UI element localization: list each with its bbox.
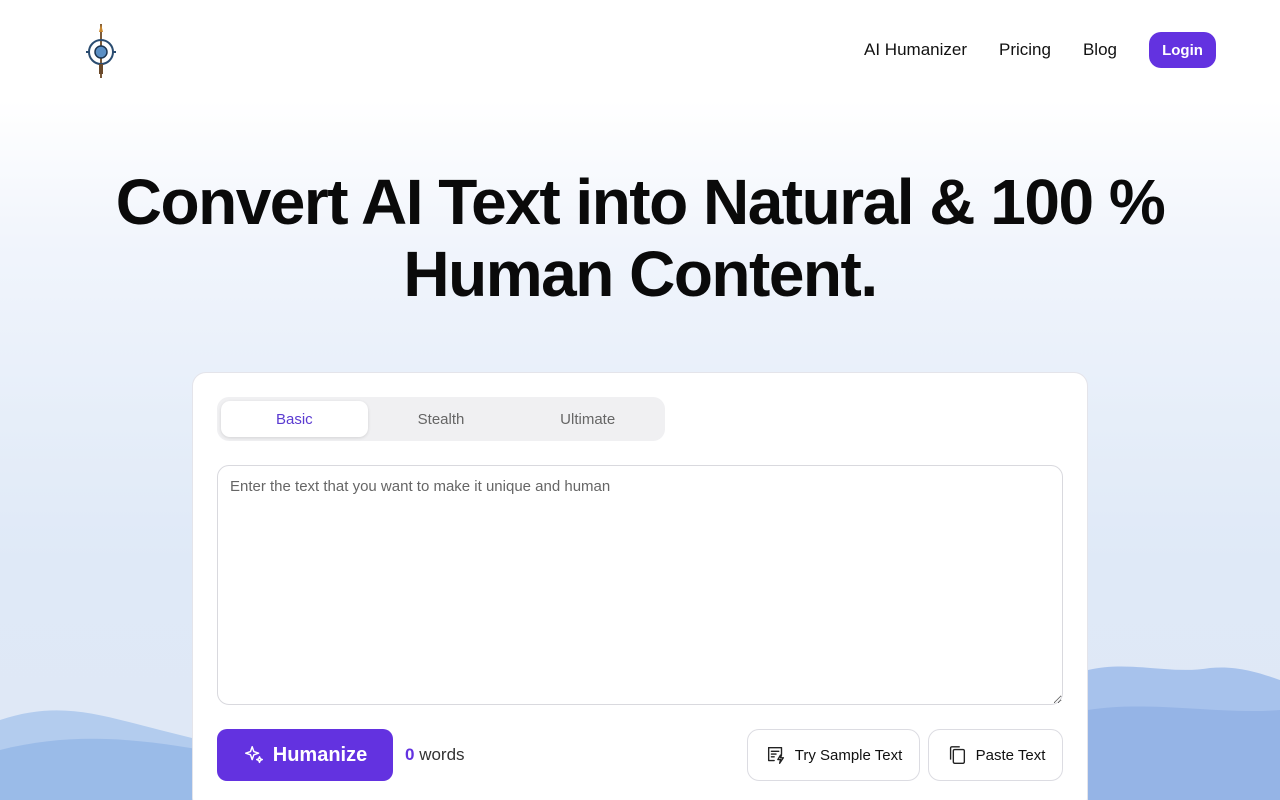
pen-compass-logo-icon[interactable] <box>84 22 118 80</box>
title-line-1: Convert AI Text into Natural & 100 % <box>115 166 1166 238</box>
humanizer-card: Basic Stealth Ultimate Humanize 0 words … <box>192 372 1088 800</box>
paste-text-button[interactable]: Paste Text <box>928 729 1063 781</box>
paste-text-label: Paste Text <box>975 746 1046 764</box>
login-button[interactable]: Login <box>1149 32 1216 68</box>
page-title: Convert AI Text into Natural & 100 % Hum… <box>0 166 1280 310</box>
tab-stealth[interactable]: Stealth <box>368 401 515 437</box>
site-header: AI Humanizer Pricing Blog Login <box>0 0 1280 100</box>
word-count-value: 0 <box>405 745 415 764</box>
tab-basic[interactable]: Basic <box>221 401 368 437</box>
tab-ultimate[interactable]: Ultimate <box>514 401 661 437</box>
word-count-label: words <box>419 745 465 764</box>
try-sample-label: Try Sample Text <box>794 746 903 764</box>
copy-paste-icon <box>946 744 968 766</box>
mode-tabs: Basic Stealth Ultimate <box>217 397 665 441</box>
nav-blog[interactable]: Blog <box>1083 40 1117 60</box>
sample-document-icon <box>765 744 787 766</box>
input-text-area[interactable] <box>217 465 1063 705</box>
try-sample-text-button[interactable]: Try Sample Text <box>747 729 920 781</box>
humanize-label: Humanize <box>272 743 368 766</box>
nav-ai-humanizer[interactable]: AI Humanizer <box>864 40 967 60</box>
sparkles-icon <box>243 744 265 766</box>
title-line-2: Human Content. <box>403 238 878 310</box>
word-counter: 0 words <box>405 745 465 765</box>
main-nav: AI Humanizer Pricing Blog Login <box>864 32 1216 68</box>
nav-pricing[interactable]: Pricing <box>999 40 1051 60</box>
humanize-button[interactable]: Humanize <box>217 729 393 781</box>
